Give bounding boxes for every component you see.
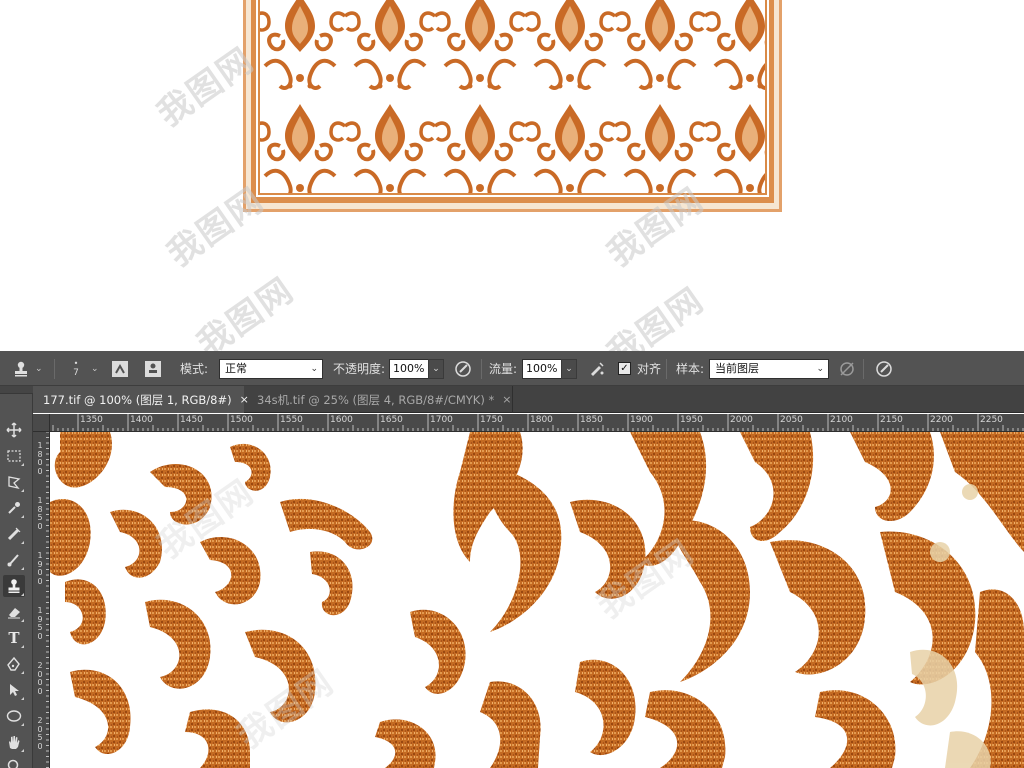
ignore-adjustment-layers-icon[interactable] [836, 358, 858, 380]
clone-stamp-tool-icon[interactable] [3, 575, 25, 597]
ruler-tick-label: 2050 [37, 716, 43, 751]
flow-dropdown-button[interactable]: ⌄ [561, 359, 577, 379]
tools-panel: T [0, 386, 33, 768]
ruler-tick-label: 2150 [880, 415, 903, 425]
aligned-label: 对齐 [637, 362, 662, 376]
separator [666, 359, 667, 379]
brush-dot-icon: • [73, 359, 79, 368]
ruler-tick-label: 1800 [37, 441, 43, 476]
eyedropper-tool-icon[interactable] [3, 497, 25, 519]
hand-tool-icon[interactable] [3, 731, 25, 753]
ellipse-tool-icon[interactable] [3, 705, 25, 727]
type-tool-icon[interactable]: T [3, 627, 25, 649]
ruler-tick-label: 1900 [37, 551, 43, 586]
marquee-tool-icon[interactable] [3, 445, 25, 467]
ruler-tick-label: 1350 [80, 415, 103, 425]
healing-brush-tool-icon[interactable] [3, 523, 25, 545]
close-icon[interactable]: × [502, 393, 511, 406]
sample-label: 样本: [676, 362, 705, 376]
brush-settings-panel-icon[interactable] [109, 358, 131, 380]
document-canvas[interactable]: 我图网 我图网 我图网 [50, 432, 1024, 768]
vertical-ruler[interactable]: 1800 1850 1900 1950 2000 2050 [33, 432, 50, 768]
ruler-tick-label: 1850 [37, 496, 43, 531]
aligned-checkbox[interactable]: ✓ [618, 362, 631, 375]
sample-select-value: 当前图层 [715, 362, 759, 375]
separator [863, 359, 864, 379]
move-tool-icon[interactable] [3, 419, 25, 441]
pressure-size-icon[interactable] [873, 358, 895, 380]
horizontal-ruler[interactable]: 1350 1400 1450 1500 1550 1600 1650 1700 1750 1800… [50, 414, 1024, 432]
mode-label: 模式: [180, 362, 209, 376]
pen-tool-icon[interactable] [3, 653, 25, 675]
airbrush-icon[interactable] [586, 358, 608, 380]
ruler-tick-label: 1400 [130, 415, 153, 425]
tab-label: 34s机.tif @ 25% (图层 4, RGB/8#/CMYK) * [257, 392, 495, 407]
tab-divider [512, 386, 513, 413]
separator [54, 359, 55, 379]
clone-source-panel-icon[interactable] [142, 358, 164, 380]
flow-value: 100% [526, 362, 558, 375]
zoom-tool-icon[interactable] [3, 755, 25, 768]
brush-size-picker[interactable]: • 7 [65, 358, 87, 380]
ruler-tick-label: 1900 [630, 415, 653, 425]
flow-input[interactable]: 100% [522, 359, 562, 379]
ruler-tick-label: 2000 [37, 661, 43, 696]
sample-select[interactable]: 当前图层 ⌄ [709, 359, 829, 379]
tools-panel-grip[interactable] [0, 386, 33, 394]
path-selection-tool-icon[interactable] [3, 679, 25, 701]
carpet-preview-area: 我图网 我图网 我图网 我图网 我图网 [0, 0, 1024, 375]
ruler-tick-label: 1800 [530, 415, 553, 425]
ruler-tick-label: 2250 [980, 415, 1003, 425]
ruler-tick-label: 2050 [780, 415, 803, 425]
ruler-tick-label: 2200 [930, 415, 953, 425]
chevron-down-icon: ⌄ [816, 364, 824, 374]
clone-stamp-preset-icon[interactable] [10, 358, 32, 380]
zoomed-damask-pattern-image [50, 432, 1024, 768]
photoshop-screenshot: 我图网 我图网 我图网 我图网 我图网 ⌄ • 7 ⌄ 模式: 正常 ⌄ 不透明… [0, 0, 1024, 768]
opacity-input[interactable]: 100% [389, 359, 429, 379]
tab-label: 177.tif @ 100% (图层 1, RGB/8#) [43, 392, 232, 407]
ruler-tick-label: 1850 [580, 415, 603, 425]
pressure-opacity-icon[interactable] [452, 358, 474, 380]
carpet-preview-image [243, 0, 782, 212]
tool-options-bar: ⌄ • 7 ⌄ 模式: 正常 ⌄ 不透明度: 100% ⌄ 流量: 100% ⌄ [0, 351, 1024, 386]
opacity-dropdown-button[interactable]: ⌄ [428, 359, 444, 379]
ruler-tick-label: 1950 [37, 606, 43, 641]
document-tab-bar: 177.tif @ 100% (图层 1, RGB/8#) × 34s机.tif… [33, 386, 1024, 413]
mode-select[interactable]: 正常 ⌄ [219, 359, 323, 379]
chevron-down-icon: ⌄ [310, 364, 318, 374]
ruler-origin[interactable] [33, 414, 50, 432]
ruler-tick-label: 1950 [680, 415, 703, 425]
lasso-tool-icon[interactable] [3, 471, 25, 493]
ruler-tick-label: 1650 [380, 415, 403, 425]
opacity-label: 不透明度: [333, 362, 386, 376]
ruler-tick-label: 2100 [830, 415, 853, 425]
brush-dropdown-arrow[interactable]: ⌄ [91, 351, 99, 386]
separator [481, 359, 482, 379]
ruler-tick-label: 1700 [430, 415, 453, 425]
flow-label: 流量: [489, 362, 518, 376]
tab-177-tif[interactable]: 177.tif @ 100% (图层 1, RGB/8#) × [33, 386, 249, 413]
eraser-tool-icon[interactable] [3, 601, 25, 623]
ruler-tick-label: 2000 [730, 415, 753, 425]
ruler-tick-label: 1450 [180, 415, 203, 425]
tab-34s-tif[interactable]: 34s机.tif @ 25% (图层 4, RGB/8#/CMYK) * × [247, 386, 512, 413]
ruler-tick-label: 1600 [330, 415, 353, 425]
mode-select-value: 正常 [225, 362, 247, 375]
brush-tool-icon[interactable] [3, 549, 25, 571]
opacity-value: 100% [393, 362, 425, 375]
ruler-tick-label: 1500 [230, 415, 253, 425]
brush-size-value: 7 [73, 368, 79, 378]
ruler-tick-label: 1750 [480, 415, 503, 425]
preset-dropdown-arrow[interactable]: ⌄ [35, 351, 43, 386]
ruler-tick-label: 1550 [280, 415, 303, 425]
